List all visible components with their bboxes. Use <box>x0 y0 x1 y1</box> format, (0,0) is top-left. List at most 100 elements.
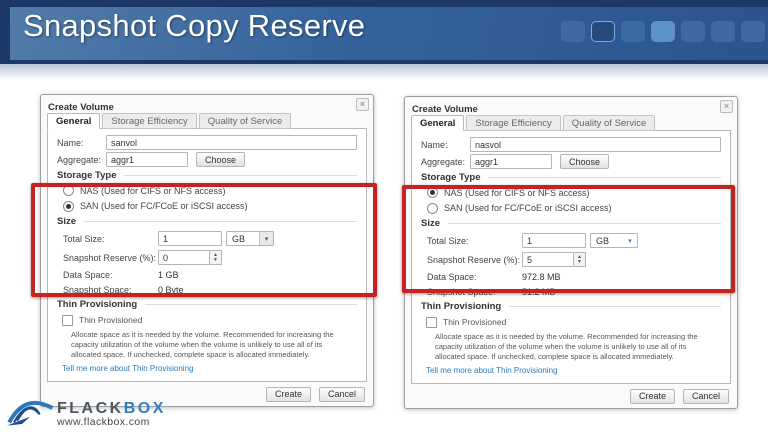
section-divider <box>84 221 357 222</box>
thin-provisioned-label: Thin Provisioned <box>443 317 506 327</box>
decorative-square <box>591 21 615 42</box>
nas-radio[interactable] <box>63 185 74 196</box>
snapshot-space-value: 0 Byte <box>158 285 184 295</box>
snapshot-reserve-input[interactable] <box>158 250 210 265</box>
choose-button[interactable]: Choose <box>560 154 609 169</box>
decorative-squares <box>561 21 765 42</box>
aggregate-input[interactable] <box>470 154 552 169</box>
dialog-title: Create Volume <box>48 102 114 113</box>
snapshot-space-value: 51.2 MB <box>522 287 556 297</box>
decorative-square <box>561 21 585 42</box>
thin-provisioning-description: Allocate space as it is needed by the vo… <box>421 330 721 362</box>
dialog-panel: Name: Aggregate: Choose Storage Type NAS… <box>411 130 731 384</box>
snapshot-reserve-label: Snapshot Reserve (%): <box>63 253 158 263</box>
total-size-label: Total Size: <box>63 234 158 244</box>
aggregate-label: Aggregate: <box>57 155 106 165</box>
size-unit-select[interactable]: GB ▾ <box>226 231 274 246</box>
tab-storage-efficiency[interactable]: Storage Efficiency <box>466 115 560 131</box>
section-divider <box>124 175 357 176</box>
san-radio-label: SAN (Used for FC/FCoE or iSCSI access) <box>80 201 248 211</box>
size-header: Size <box>57 216 76 227</box>
total-size-label: Total Size: <box>427 236 522 246</box>
size-unit-select[interactable]: GB ▾ <box>590 233 638 248</box>
tab-general[interactable]: General <box>411 115 464 131</box>
storage-type-header: Storage Type <box>57 170 116 181</box>
nas-radio[interactable] <box>427 187 438 198</box>
decorative-square <box>621 21 645 42</box>
tab-storage-efficiency[interactable]: Storage Efficiency <box>102 113 196 129</box>
data-space-label: Data Space: <box>427 272 522 282</box>
thin-provisioned-label: Thin Provisioned <box>79 315 142 325</box>
create-volume-dialog-san: Create Volume × General Storage Efficien… <box>40 94 374 407</box>
snapshot-space-label: Snapshot Space: <box>63 285 158 295</box>
decorative-square <box>741 21 765 42</box>
tab-bar: General Storage Efficiency Quality of Se… <box>47 113 373 129</box>
header-fade <box>0 64 768 80</box>
close-icon[interactable]: × <box>356 98 369 111</box>
cancel-button[interactable]: Cancel <box>683 389 729 404</box>
name-label: Name: <box>421 140 470 150</box>
thin-provisioning-header: Thin Provisioning <box>57 299 137 310</box>
name-label: Name: <box>57 138 106 148</box>
dialog-titlebar: Create Volume × <box>41 95 373 111</box>
chevron-down-icon[interactable]: ▾ <box>259 232 273 245</box>
brand-name-flack: FLACK <box>57 400 124 417</box>
create-button[interactable]: Create <box>266 387 311 402</box>
chevron-down-icon[interactable]: ▾ <box>623 234 637 247</box>
size-header: Size <box>421 218 440 229</box>
spinner-control[interactable]: ▲▼ <box>574 252 586 267</box>
brand-website: www.flackbox.com <box>57 416 166 428</box>
slide-header: Snapshot Copy Reserve <box>0 0 768 64</box>
section-divider <box>509 306 721 307</box>
thin-provisioned-checkbox[interactable] <box>426 317 437 328</box>
dialog-footer: Create Cancel <box>405 384 737 408</box>
close-icon[interactable]: × <box>720 100 733 113</box>
flackbox-logo: FLACKBOX www.flackbox.com <box>6 395 166 429</box>
storage-type-header: Storage Type <box>421 172 480 183</box>
dialog-panel: Name: Aggregate: Choose Storage Type NAS… <box>47 128 367 382</box>
create-button[interactable]: Create <box>630 389 675 404</box>
thin-provisioning-header: Thin Provisioning <box>421 301 501 312</box>
cancel-button[interactable]: Cancel <box>319 387 365 402</box>
spinner-down-icon[interactable]: ▼ <box>577 260 582 265</box>
thin-provisioning-link[interactable]: Tell me more about Thin Provisioning <box>62 364 193 373</box>
aggregate-label: Aggregate: <box>421 157 470 167</box>
tab-quality-of-service[interactable]: Quality of Service <box>199 113 291 129</box>
nas-radio-label: NAS (Used for CIFS or NFS access) <box>444 188 590 198</box>
snapshot-reserve-input[interactable] <box>522 252 574 267</box>
data-space-value: 1 GB <box>158 270 179 280</box>
choose-button[interactable]: Choose <box>196 152 245 167</box>
thin-provisioning-link[interactable]: Tell me more about Thin Provisioning <box>426 366 557 375</box>
dialog-title: Create Volume <box>412 104 478 115</box>
thin-provisioning-description: Allocate space as it is needed by the vo… <box>57 328 357 360</box>
snapshot-space-label: Snapshot Space: <box>427 287 522 297</box>
size-unit-value: GB <box>227 234 259 244</box>
spinner-control[interactable]: ▲▼ <box>210 250 222 265</box>
create-volume-dialog-nas: Create Volume × General Storage Efficien… <box>404 96 738 409</box>
total-size-input[interactable] <box>158 231 222 246</box>
brand-name-box: BOX <box>124 400 166 417</box>
section-divider <box>145 304 357 305</box>
spinner-down-icon[interactable]: ▼ <box>213 258 218 263</box>
nas-radio-label: NAS (Used for CIFS or NFS access) <box>80 186 226 196</box>
san-radio[interactable] <box>63 201 74 212</box>
snapshot-reserve-label: Snapshot Reserve (%): <box>427 255 522 265</box>
dialog-titlebar: Create Volume × <box>405 97 737 113</box>
decorative-square <box>711 21 735 42</box>
tab-quality-of-service[interactable]: Quality of Service <box>563 115 655 131</box>
name-input[interactable] <box>106 135 357 150</box>
decorative-square <box>651 21 675 42</box>
name-input[interactable] <box>470 137 721 152</box>
decorative-square <box>681 21 705 42</box>
tab-general[interactable]: General <box>47 113 100 129</box>
page-title: Snapshot Copy Reserve <box>23 8 365 44</box>
tab-bar: General Storage Efficiency Quality of Se… <box>411 115 737 131</box>
brand-name: FLACKBOX <box>57 401 166 416</box>
san-radio-label: SAN (Used for FC/FCoE or iSCSI access) <box>444 203 612 213</box>
thin-provisioned-checkbox[interactable] <box>62 315 73 326</box>
data-space-label: Data Space: <box>63 270 158 280</box>
total-size-input[interactable] <box>522 233 586 248</box>
aggregate-input[interactable] <box>106 152 188 167</box>
data-space-value: 972.8 MB <box>522 272 561 282</box>
san-radio[interactable] <box>427 203 438 214</box>
